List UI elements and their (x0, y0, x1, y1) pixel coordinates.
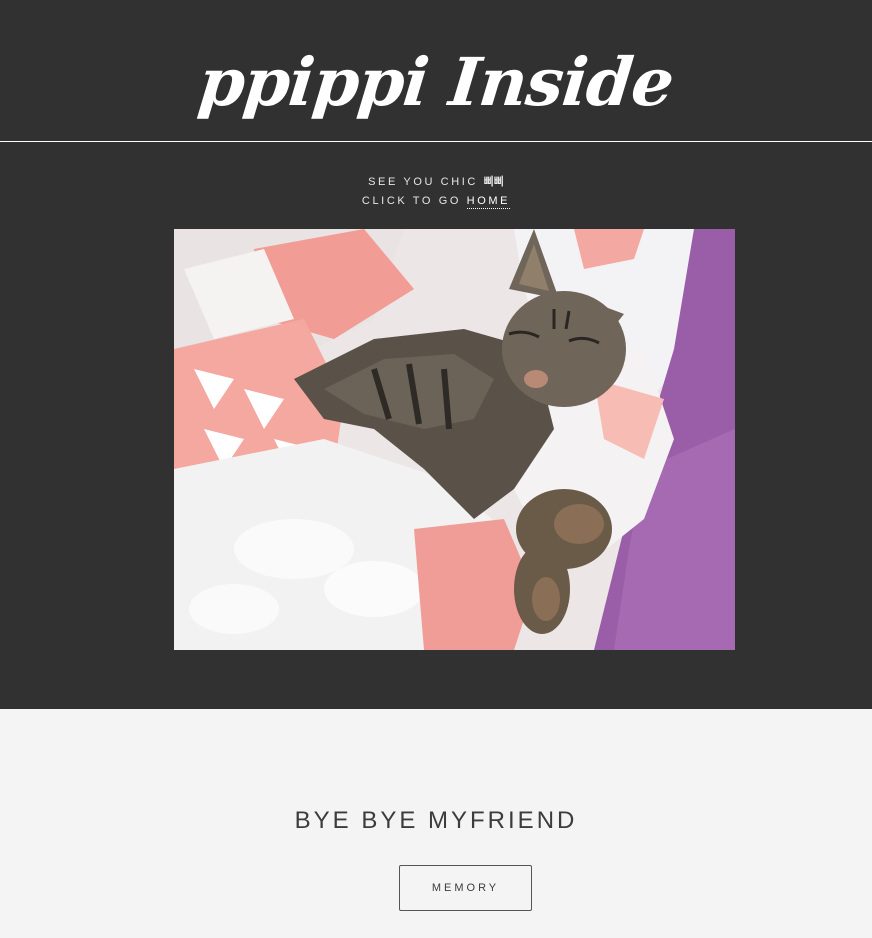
header-divider (0, 141, 872, 142)
site-title[interactable]: ppippi Inside (0, 42, 872, 122)
tagline-line-1: SEE YOU CHIC 삐삐 (0, 173, 872, 192)
tagline-text: SEE YOU CHIC (368, 176, 478, 188)
memory-button[interactable]: MEMORY (399, 865, 532, 911)
tagline-line-2: CLICK TO GO HOME (0, 192, 872, 211)
tagline-click-text: CLICK TO GO (361, 195, 462, 207)
header-section: ppippi Inside SEE YOU CHIC 삐삐 CLICK TO G… (0, 0, 872, 709)
tagline-korean: 삐삐 (483, 176, 504, 188)
cat-photo (174, 229, 735, 650)
tagline: SEE YOU CHIC 삐삐 CLICK TO GO HOME (0, 173, 872, 211)
home-link[interactable]: HOME (466, 195, 511, 209)
section-title: BYE BYE MYFRIEND (294, 807, 578, 834)
